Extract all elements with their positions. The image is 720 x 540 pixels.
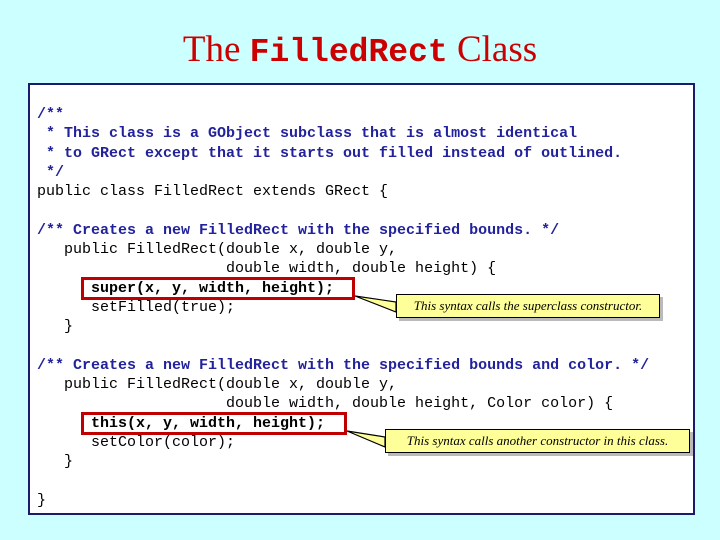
title-suffix: Class xyxy=(447,29,538,70)
callout-text: This syntax calls the superclass constru… xyxy=(413,298,643,313)
code-line-l01: /** xyxy=(37,106,65,123)
slide-canvas: The FilledRect Class /** * This class is… xyxy=(0,0,720,540)
title-class-name: FilledRect xyxy=(249,34,448,71)
callout-text: This syntax calls another constructor in… xyxy=(406,433,669,448)
code-line-l09: double width, double height) { xyxy=(37,260,497,278)
title-prefix: The xyxy=(182,29,250,70)
page-title: The FilledRect Class xyxy=(0,28,720,75)
code-line-l06 xyxy=(37,201,649,220)
code-line-l12: } xyxy=(37,318,74,336)
code-line-l03: * to GRect except that it starts out fil… xyxy=(37,144,623,162)
code-line-l08: public FilledRect(double x, double y, xyxy=(37,241,398,259)
callout-bubble: This syntax calls another constructor in… xyxy=(385,429,690,453)
code-line-l13 xyxy=(37,337,649,356)
callout-bubble: This syntax calls the superclass constru… xyxy=(396,294,660,318)
code-line-l21: } xyxy=(37,491,47,509)
code-line-l07: /** Creates a new FilledRect with the sp… xyxy=(37,221,560,239)
code-line-l20 xyxy=(37,472,649,491)
code-line-l14: /** Creates a new FilledRect with the sp… xyxy=(37,356,650,374)
code-line-l15: public FilledRect(double x, double y, xyxy=(37,376,398,394)
code-line-l02: * This class is a GObject subclass that … xyxy=(37,125,578,143)
code-line-l16: double width, double height, Color color… xyxy=(37,395,614,413)
code-line-l04: */ xyxy=(37,163,65,181)
code-line-l05: public class FilledRect extends GRect { xyxy=(37,183,389,201)
